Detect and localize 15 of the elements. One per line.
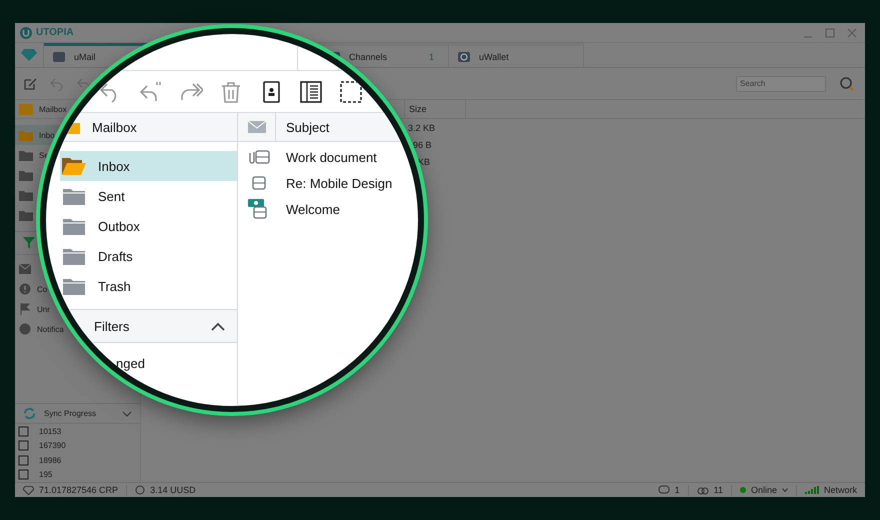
stat-value: 10153 xyxy=(39,426,62,436)
stat-value: 195 xyxy=(39,470,52,480)
mailbox-header: Mailbox xyxy=(92,120,137,134)
stat-value: 18986 xyxy=(39,456,62,465)
app-logo: UTOPIA xyxy=(36,27,74,38)
size-cell: 96 B xyxy=(413,140,432,150)
balance-text: 71.017827546 CRP xyxy=(39,485,118,495)
stat-value: 167390 xyxy=(39,441,66,450)
uusd-text: 3.14 UUSD xyxy=(150,485,196,495)
sync-title: Sync Progress xyxy=(44,409,96,418)
sidebar-header: Mailbox xyxy=(39,104,67,114)
filters-header: Filters xyxy=(94,318,130,334)
contact-count: 11 xyxy=(714,485,723,495)
message-count: 1 xyxy=(674,485,680,495)
size-cell: 3.2 KB xyxy=(408,122,436,132)
